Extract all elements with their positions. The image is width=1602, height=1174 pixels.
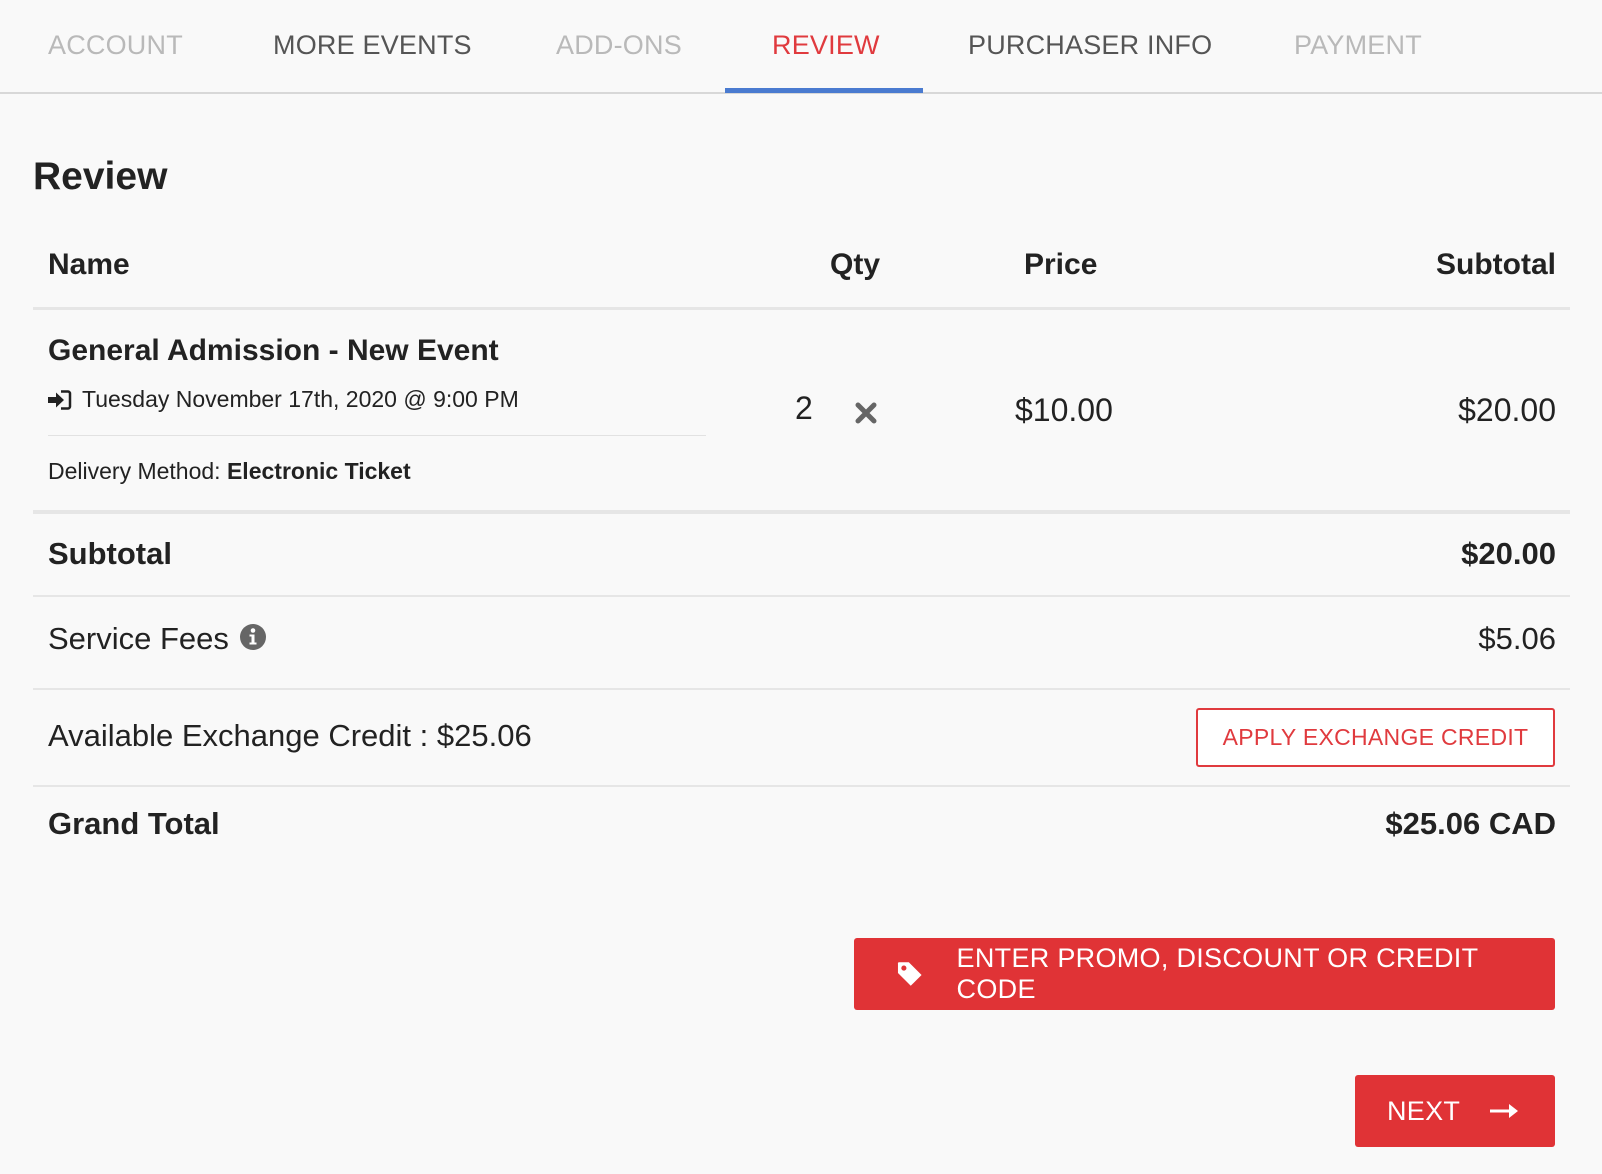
subtotal-label: Subtotal bbox=[48, 536, 172, 571]
delivery-method-value: Electronic Ticket bbox=[226, 458, 411, 484]
column-header-price: Price bbox=[1024, 248, 1098, 281]
divider bbox=[33, 785, 1570, 787]
divider bbox=[33, 510, 1570, 514]
divider bbox=[33, 688, 1570, 690]
grand-total-value: $25.06 CAD bbox=[1385, 806, 1556, 841]
tag-icon bbox=[897, 962, 922, 986]
enter-promo-code-label: ENTER PROMO, DISCOUNT OR CREDIT CODE bbox=[956, 943, 1478, 1004]
event-date-text: Tuesday November 17th, 2020 @ 9:00 PM bbox=[82, 386, 519, 412]
event-name: General Admission - New Event bbox=[48, 334, 499, 367]
column-header-subtotal: Subtotal bbox=[1436, 248, 1556, 281]
item-quantity: 2 bbox=[795, 390, 813, 426]
divider bbox=[33, 595, 1570, 597]
delivery-method: Delivery Method: Electronic Ticket bbox=[48, 458, 411, 485]
tab-account: ACCOUNT bbox=[48, 30, 183, 60]
page-title: Review bbox=[33, 155, 168, 198]
next-button-label: NEXT bbox=[1387, 1095, 1461, 1126]
tab-add-ons: ADD-ONS bbox=[556, 30, 682, 60]
available-exchange-credit: Available Exchange Credit : $25.06 bbox=[48, 718, 532, 753]
tab-review[interactable]: REVIEW bbox=[772, 30, 880, 61]
info-icon[interactable] bbox=[239, 623, 267, 651]
tab-purchaser-info[interactable]: PURCHASER INFO bbox=[968, 30, 1212, 61]
grand-total-label: Grand Total bbox=[48, 806, 220, 841]
item-subtotal: $20.00 bbox=[1458, 392, 1556, 428]
apply-exchange-credit-button[interactable]: APPLY EXCHANGE CREDIT bbox=[1196, 708, 1555, 767]
sign-in-icon bbox=[48, 390, 72, 410]
checkout-steps-tabs: ACCOUNT MORE EVENTS ADD-ONS REVIEW PURCH… bbox=[0, 0, 1602, 94]
divider bbox=[33, 307, 1570, 310]
event-date: Tuesday November 17th, 2020 @ 9:00 PM bbox=[48, 386, 519, 413]
column-header-qty: Qty bbox=[830, 248, 881, 281]
column-header-name: Name bbox=[48, 248, 130, 281]
item-price: $10.00 bbox=[1015, 392, 1113, 428]
delivery-method-label: Delivery Method: bbox=[48, 458, 221, 484]
service-fees-value: $5.06 bbox=[1478, 621, 1556, 656]
tab-payment: PAYMENT bbox=[1294, 30, 1422, 60]
next-button[interactable]: NEXT bbox=[1355, 1075, 1555, 1147]
arrow-right-icon bbox=[1490, 1104, 1519, 1118]
subtotal-value: $20.00 bbox=[1461, 536, 1556, 571]
remove-item-icon[interactable] bbox=[853, 400, 879, 426]
enter-promo-code-button[interactable]: ENTER PROMO, DISCOUNT OR CREDIT CODE bbox=[854, 938, 1555, 1010]
divider bbox=[48, 435, 706, 436]
service-fees-row: Service Fees bbox=[48, 621, 267, 657]
service-fees-label: Service Fees bbox=[48, 621, 229, 656]
active-tab-indicator bbox=[725, 88, 923, 93]
tab-more-events[interactable]: MORE EVENTS bbox=[273, 30, 472, 61]
